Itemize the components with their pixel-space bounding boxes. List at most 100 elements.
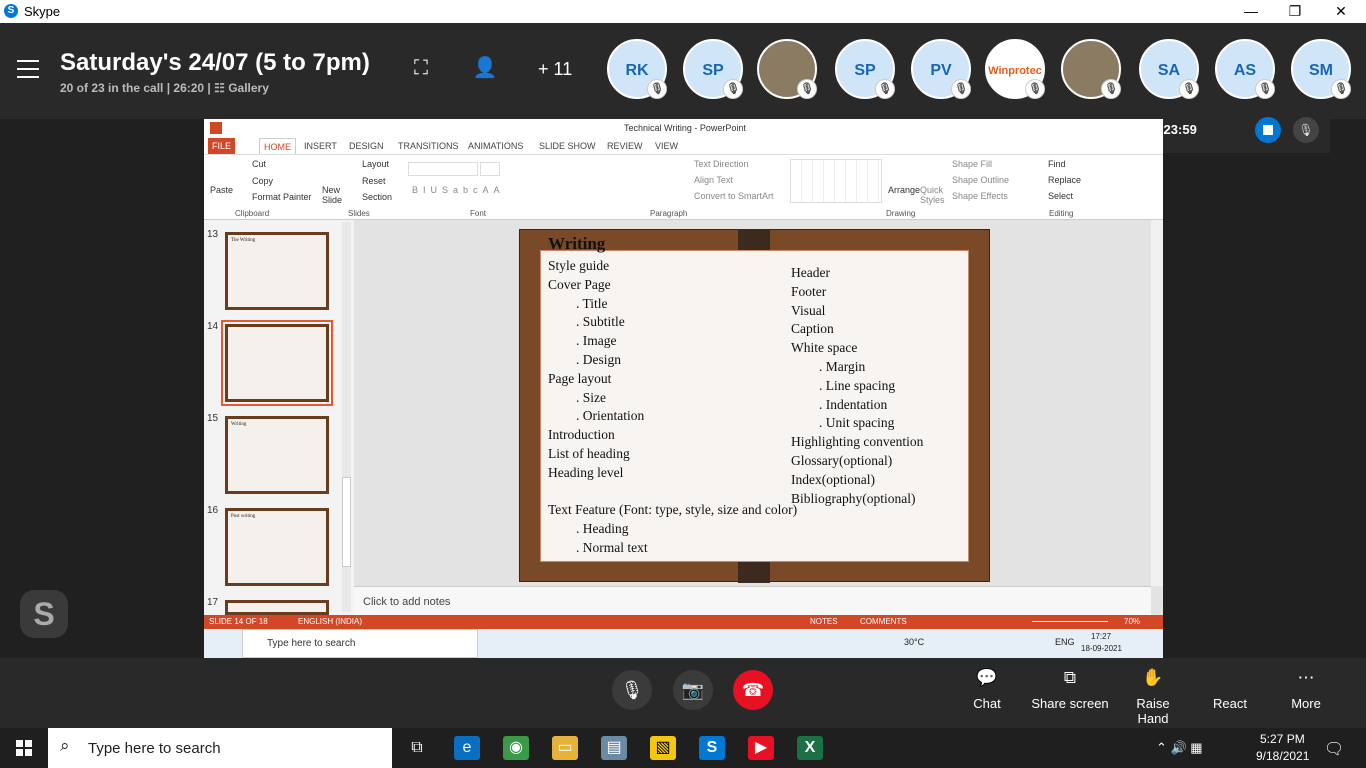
edge-icon[interactable]: e [454,736,480,760]
share-screen-button[interactable]: ⧉ Share screen [1030,668,1110,711]
sticky-notes-icon[interactable]: ▧ [650,736,676,760]
copy-button[interactable]: Copy [252,176,273,186]
reset-button[interactable]: Reset [362,176,386,186]
presenter-mic-muted-icon[interactable]: 🎙 [1293,117,1319,143]
close-button[interactable]: ✕ [1318,0,1364,23]
comments-toggle[interactable]: COMMENTS [860,617,907,626]
participant-avatar[interactable]: AS 🎙 [1215,39,1275,99]
format-painter-button[interactable]: Format Painter [252,192,312,202]
file-explorer-icon[interactable]: ▭ [552,736,578,760]
cut-button[interactable]: Cut [252,159,266,169]
slide-thumb-title [228,603,326,609]
stop-recording-button[interactable] [1255,117,1281,143]
arrange-button[interactable]: Arrange [888,185,920,195]
replace-button[interactable]: Replace [1048,175,1081,185]
shapes-gallery[interactable] [790,159,882,203]
text-direction-button[interactable]: Text Direction [694,159,749,169]
add-people-icon[interactable]: 👤 [470,55,500,80]
slide-scrollbar[interactable] [1151,220,1163,586]
excel-icon[interactable]: X [797,736,823,760]
menu-icon[interactable] [17,60,39,78]
participant-avatar[interactable]: SP 🎙 [835,39,895,99]
more-button[interactable]: ⋯ More [1286,668,1326,711]
system-tray-icons[interactable]: ⌃ 🔊 ▦ [1156,740,1203,756]
participant-avatar[interactable]: Winprotec 🎙 [985,39,1045,99]
ribbon-tab-file[interactable]: FILE [208,138,236,154]
maximize-button[interactable]: ❐ [1272,0,1318,23]
slide-thumbnail[interactable]: Writing [225,416,329,494]
slide-right-line: Index(optional) [791,471,875,487]
align-text-button[interactable]: Align Text [694,175,733,185]
notifications-icon[interactable]: 🗨 [1324,739,1344,759]
mic-muted-icon: 🎙 [723,79,743,99]
shape-fill-button[interactable]: Shape Fill [952,159,992,169]
video-off-button[interactable]: 📷 [673,670,713,710]
ribbon-tab-design[interactable]: DESIGN [345,138,388,154]
participant-avatar[interactable]: RK 🎙 [607,39,667,99]
shape-effects-button[interactable]: Shape Effects [952,191,1008,201]
zoom-level[interactable]: 70% [1124,617,1140,626]
clock-time[interactable]: 5:27 PM [1260,732,1305,746]
font-format-buttons[interactable]: BIUSabcAA [412,185,505,195]
mute-mic-button[interactable]: 🎙 [612,670,652,710]
participant-avatar[interactable]: PV 🎙 [911,39,971,99]
paste-button[interactable]: Paste [210,185,233,195]
section-button[interactable]: Section [362,192,392,202]
ribbon-tab-home[interactable]: HOME [259,138,296,154]
smartart-button[interactable]: Convert to SmartArt [694,191,774,201]
layout-button[interactable]: Layout [362,159,389,169]
notes-toggle[interactable]: NOTES [810,617,838,626]
current-slide[interactable]: Writing Style guide Cover Page . Title . Su… [519,229,990,583]
slide-right-line: Bibliography(optional) [791,490,916,506]
slide-right-line: White space [791,340,858,356]
react-button[interactable]: React [1208,668,1252,711]
app-icon[interactable]: ▤ [601,736,627,760]
find-button[interactable]: Find [1048,159,1066,169]
slide-thumbnail[interactable]: Post writing [225,508,329,586]
chat-button[interactable]: 💬 Chat [966,668,1008,711]
ribbon-tab-transitions[interactable]: TRANSITIONS [394,138,463,154]
slide-thumbnail[interactable] [221,320,333,406]
quick-styles-button[interactable]: Quick Styles [920,185,946,205]
shape-outline-button[interactable]: Shape Outline [952,175,1009,185]
participant-avatar[interactable]: SP 🎙 [683,39,743,99]
slide-left-line: Style guide [548,258,610,273]
language-indicator[interactable]: ENGLISH (INDIA) [298,617,362,626]
font-size-box[interactable] [480,162,500,176]
shared-search-box[interactable]: Type here to search [242,629,478,658]
skype-taskbar-icon[interactable]: S [699,736,725,760]
font-name-box[interactable] [408,162,478,176]
participant-avatar[interactable]: SA 🎙 [1139,39,1199,99]
chrome-icon[interactable]: ◉ [503,736,529,760]
slide-thumbnail[interactable]: The Writing [225,232,329,310]
more-participants[interactable]: + 11 [538,59,572,80]
participant-avatar[interactable]: 🎙 [757,39,817,99]
slide-thumbnail[interactable] [225,600,329,615]
view-mode-icon[interactable]: ⛶ [406,57,436,80]
zoom-slider[interactable] [1032,621,1108,622]
ribbon-tab-animations[interactable]: ANIMATIONS [464,138,527,154]
ppt-status-bar: SLIDE 14 OF 18 ENGLISH (INDIA) NOTES COM… [204,615,1163,629]
clock-date[interactable]: 9/18/2021 [1256,749,1309,763]
raise-hand-button[interactable]: ✋ Raise Hand [1120,668,1186,726]
slide-thumb-number: 16 [207,505,219,516]
notes-pane[interactable]: Click to add notes [354,586,1151,615]
ribbon-tab-review[interactable]: REVIEW [603,138,647,154]
minimize-button[interactable]: — [1228,0,1274,23]
ribbon-tab-insert[interactable]: INSERT [300,138,341,154]
thumbnail-scrollbar[interactable] [342,222,351,612]
slide-right-line: Caption [791,321,834,337]
participant-avatar[interactable]: SM 🎙 [1291,39,1351,99]
end-call-button[interactable]: ☎ [733,670,773,710]
mic-muted-icon: 🎙 [875,79,895,99]
taskbar-search[interactable]: ⌕ Type here to search [48,728,392,768]
new-slide-button[interactable]: New Slide [322,185,350,205]
ribbon-tab-slide-show[interactable]: SLIDE SHOW [535,138,600,154]
ribbon-tab-view[interactable]: VIEW [651,138,682,154]
youtube-icon[interactable]: ▶ [748,736,774,760]
group-clipboard: Clipboard [235,209,270,218]
participant-avatar[interactable]: 🎙 [1061,39,1121,99]
windows-start-icon[interactable] [16,740,32,756]
select-button[interactable]: Select [1048,191,1073,201]
task-view-icon[interactable]: ⧉ [404,736,430,760]
